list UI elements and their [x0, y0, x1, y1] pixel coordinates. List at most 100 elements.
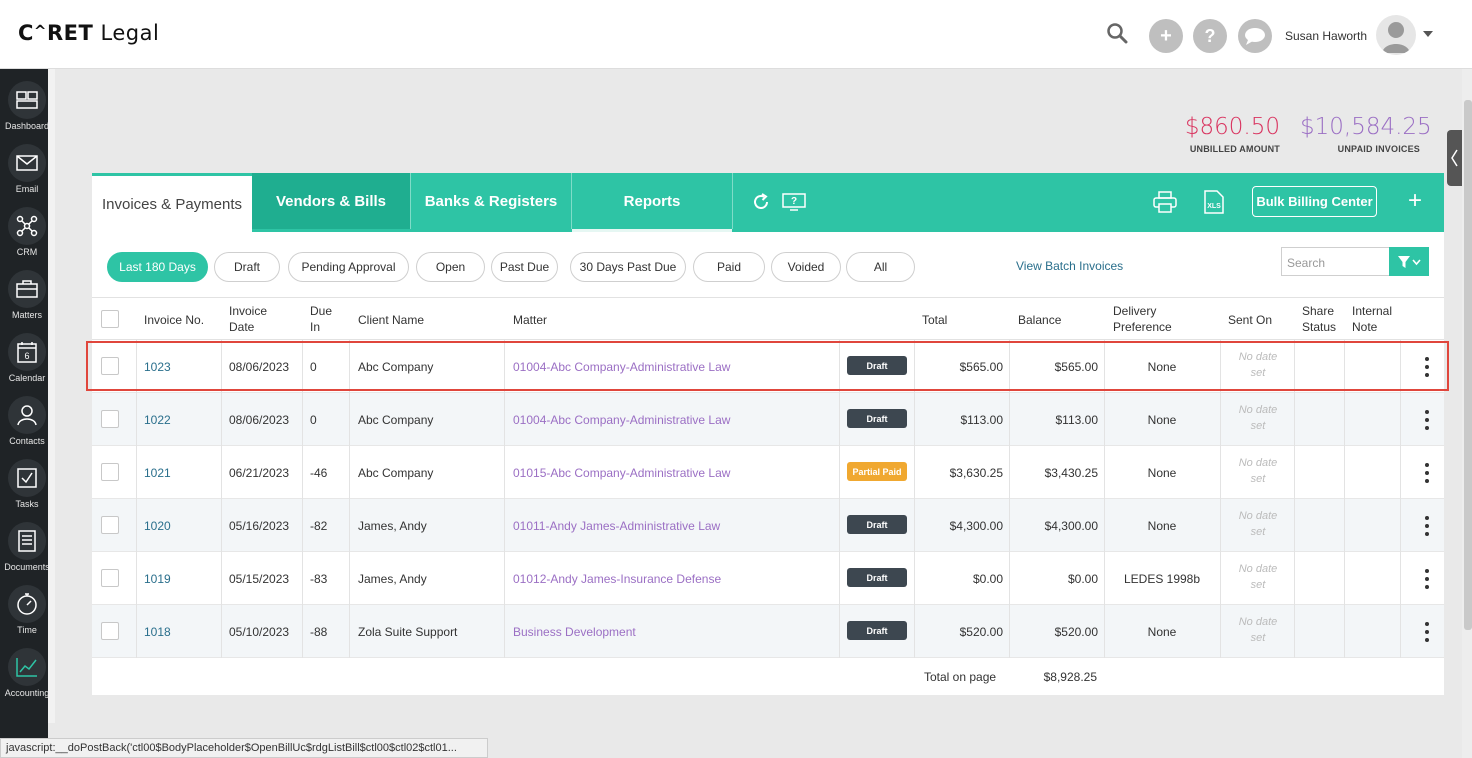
table-row[interactable]: 1021 06/21/2023 -46 Abc Company 01015-Ab… — [92, 446, 1444, 499]
logo-letters: RET — [47, 21, 94, 45]
column-divider — [349, 499, 350, 552]
sent-on-line1: No date — [1238, 404, 1278, 416]
column-divider — [1220, 446, 1221, 499]
col-internal-note[interactable]: Internal Note — [1352, 303, 1392, 335]
column-divider — [221, 393, 222, 446]
column-divider — [839, 605, 840, 658]
total-amount: $3,630.25 — [949, 465, 1003, 480]
matter-link[interactable]: 01015-Abc Company-Administrative Law — [513, 446, 730, 499]
filter-pending-approval[interactable]: Pending Approval — [288, 252, 409, 282]
logo-letter: C — [18, 21, 34, 45]
bulk-billing-center-button[interactable]: Bulk Billing Center — [1252, 186, 1377, 217]
add-invoice-button[interactable]: + — [1405, 187, 1425, 215]
filter-all[interactable]: All — [846, 252, 915, 282]
matter-link[interactable]: 01011-Andy James-Administrative Law — [513, 499, 720, 552]
sidebar-item-accounting[interactable]: Accounting — [0, 642, 54, 704]
sidebar-item-contacts[interactable]: Contacts — [0, 390, 54, 452]
filter-paid[interactable]: Paid — [693, 252, 765, 282]
sidebar-item-calendar[interactable]: 6 Calendar — [0, 327, 54, 389]
chevron-down-icon[interactable] — [1423, 31, 1433, 37]
invoice-number-link[interactable]: 1018 — [144, 605, 171, 658]
balance-amount: $520.00 — [1054, 624, 1098, 639]
table-row[interactable]: 1018 05/10/2023 -88 Zola Suite Support B… — [92, 605, 1444, 658]
filter-voided[interactable]: Voided — [771, 252, 841, 282]
client-name: James, Andy — [358, 571, 427, 586]
tab-reports[interactable]: Reports — [572, 173, 732, 229]
page-scrollbar-thumb[interactable] — [1464, 100, 1472, 630]
add-icon[interactable]: + — [1149, 19, 1183, 53]
col-client-name[interactable]: Client Name — [358, 298, 424, 341]
excel-export-icon[interactable]: XLS — [1202, 190, 1226, 214]
sent-on-line1: No date — [1238, 510, 1278, 522]
sidebar-item-dashboard[interactable]: Dashboard — [0, 75, 54, 137]
sent-on-line1: No date — [1238, 616, 1278, 628]
sidebar-item-label: Matters — [11, 310, 42, 320]
row-actions-menu-icon[interactable] — [1424, 569, 1430, 589]
col-invoice-no[interactable]: Invoice No. — [144, 298, 204, 341]
sent-on: No date set — [1227, 614, 1289, 646]
table-row[interactable]: 1022 08/06/2023 0 Abc Company 01004-Abc … — [92, 393, 1444, 446]
row-actions-menu-icon[interactable] — [1424, 516, 1430, 536]
sidebar-item-email[interactable]: Email — [0, 138, 54, 200]
search-input[interactable]: Search — [1281, 247, 1389, 276]
filter-open[interactable]: Open — [416, 252, 485, 282]
row-checkbox[interactable] — [101, 569, 119, 587]
table-row[interactable]: 1019 05/15/2023 -83 James, Andy 01012-An… — [92, 552, 1444, 605]
matter-link[interactable]: 01004-Abc Company-Administrative Law — [513, 393, 730, 446]
total-amount: $113.00 — [960, 412, 1004, 427]
row-checkbox[interactable] — [101, 516, 119, 534]
avatar[interactable] — [1376, 15, 1416, 55]
row-checkbox[interactable] — [101, 410, 119, 428]
col-invoice-date[interactable]: Invoice Date — [229, 303, 267, 335]
sidebar-item-time[interactable]: Time — [0, 579, 54, 641]
filter-past-due[interactable]: Past Due — [491, 252, 558, 282]
tab-banks-registers[interactable]: Banks & Registers — [411, 173, 571, 229]
table-row[interactable]: 1020 05/16/2023 -82 James, Andy 01011-An… — [92, 499, 1444, 552]
sidebar-item-documents[interactable]: Documents — [0, 516, 54, 578]
chat-icon[interactable] — [1238, 19, 1272, 53]
caret-legal-logo[interactable]: C^RET Legal — [18, 21, 159, 45]
select-all-checkbox[interactable] — [101, 310, 119, 328]
col-total[interactable]: Total — [922, 298, 947, 341]
view-batch-invoices-link[interactable]: View Batch Invoices — [1016, 259, 1123, 273]
search-icon[interactable] — [1106, 22, 1128, 44]
sidebar-item-matters[interactable]: Matters — [0, 264, 54, 326]
row-checkbox[interactable] — [101, 463, 119, 481]
help-screen-icon[interactable]: ? — [782, 191, 806, 213]
sidebar-item-label: Documents — [4, 562, 50, 572]
help-icon[interactable]: ? — [1193, 19, 1227, 53]
col-share-status[interactable]: Share Status — [1302, 303, 1336, 335]
filter-draft[interactable]: Draft — [214, 252, 280, 282]
tab-invoices-payments[interactable]: Invoices & Payments — [92, 173, 252, 232]
filter-30-days-past-due[interactable]: 30 Days Past Due — [570, 252, 686, 282]
filter-last-180-days[interactable]: Last 180 Days — [107, 252, 208, 282]
sidebar: Dashboard Email CRM Matters 6 Calendar C… — [0, 69, 50, 758]
row-actions-menu-icon[interactable] — [1424, 463, 1430, 483]
side-panel-toggle[interactable] — [1447, 130, 1462, 186]
col-delivery-preference[interactable]: Delivery Preference — [1113, 303, 1172, 335]
sidebar-item-crm[interactable]: CRM — [0, 201, 54, 263]
col-matter[interactable]: Matter — [513, 298, 547, 341]
row-checkbox[interactable] — [101, 622, 119, 640]
matter-link[interactable]: Business Development — [513, 605, 636, 658]
filter-dropdown-button[interactable] — [1389, 247, 1429, 276]
column-divider — [1294, 499, 1295, 552]
matter-link[interactable]: 01012-Andy James-Insurance Defense — [513, 552, 721, 605]
invoice-number-link[interactable]: 1020 — [144, 499, 171, 552]
invoice-date: 05/10/2023 — [229, 624, 290, 639]
sidebar-item-tasks[interactable]: Tasks — [0, 453, 54, 515]
col-due-in[interactable]: Due In — [310, 303, 332, 335]
refresh-icon[interactable] — [749, 191, 773, 213]
col-balance[interactable]: Balance — [1018, 298, 1061, 341]
tab-vendors-bills[interactable]: Vendors & Bills — [252, 173, 410, 229]
row-actions-menu-icon[interactable] — [1424, 410, 1430, 430]
invoice-number-link[interactable]: 1019 — [144, 552, 171, 605]
row-actions-menu-icon[interactable] — [1424, 622, 1430, 642]
balance-amount: $0.00 — [1067, 571, 1098, 586]
col-sent-on[interactable]: Sent On — [1228, 298, 1272, 341]
status-badge: Draft — [847, 515, 907, 534]
user-name[interactable]: Susan Haworth — [1285, 29, 1367, 43]
print-icon[interactable] — [1153, 191, 1177, 213]
invoice-number-link[interactable]: 1022 — [144, 393, 171, 446]
invoice-number-link[interactable]: 1021 — [144, 446, 171, 499]
